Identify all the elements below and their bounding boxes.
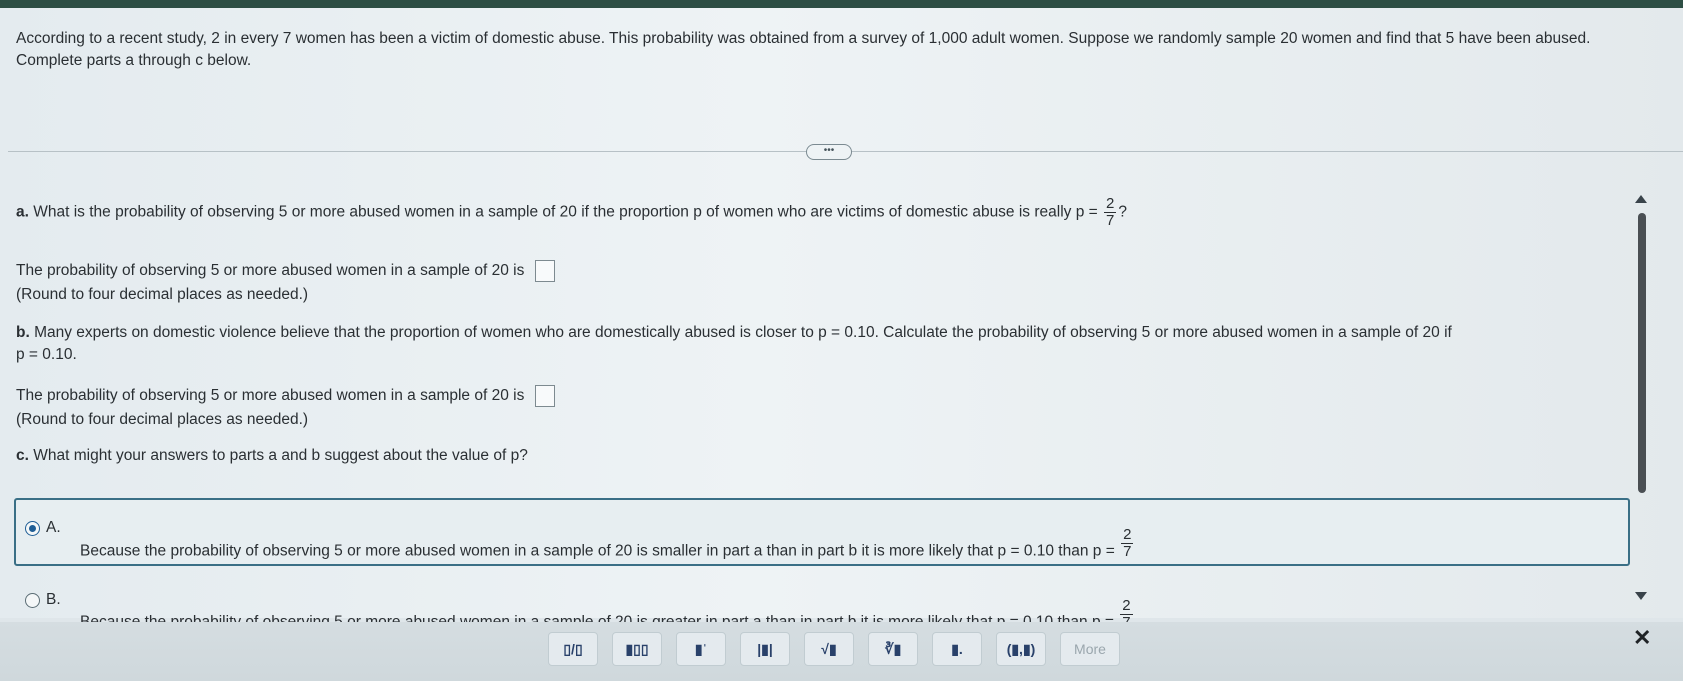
part-b-label: b. xyxy=(16,324,30,341)
option-b-label: B. xyxy=(46,591,61,608)
part-a-answer-input[interactable] xyxy=(534,260,555,282)
ordered-pair-button[interactable]: (▮,▮) xyxy=(996,632,1046,666)
fraction-button[interactable]: ▯/▯ xyxy=(548,632,598,666)
fraction-numerator: 2 xyxy=(1120,597,1133,615)
absolute-value-button[interactable]: |▮| xyxy=(740,632,790,666)
exponent-button[interactable]: ▮ˈ xyxy=(676,632,726,666)
option-b-radio[interactable] xyxy=(25,593,40,608)
more-button[interactable]: More xyxy=(1060,632,1120,666)
math-toolbar: ▯/▯ ▮▯▯ ▮ˈ |▮| √▮ ∛▮ ▮. (▮,▮) More xyxy=(0,622,1683,681)
scroll-down-arrow-icon[interactable] xyxy=(1635,592,1647,600)
part-c-question: c. What might your answers to parts a an… xyxy=(16,445,528,467)
square-root-button[interactable]: √▮ xyxy=(804,632,854,666)
fraction-two-sevenths: 2 7 xyxy=(1104,195,1117,229)
part-b-question: b. Many experts on domestic violence bel… xyxy=(16,322,1452,344)
part-a-round-note: (Round to four decimal places as needed.… xyxy=(16,286,309,303)
subscript-button[interactable]: ▮. xyxy=(932,632,982,666)
question-mark: ? xyxy=(1118,203,1127,221)
question-intro: According to a recent study, 2 in every … xyxy=(16,30,1591,69)
option-a-radio[interactable] xyxy=(25,521,40,536)
scrollbar-thumb[interactable] xyxy=(1638,213,1646,493)
part-a-answer-prompt: The probability of observing 5 or more a… xyxy=(16,262,525,280)
nth-root-button[interactable]: ∛▮ xyxy=(868,632,918,666)
part-b-text: Many experts on domestic violence believ… xyxy=(34,324,1452,341)
expand-toggle-button[interactable]: ••• xyxy=(806,144,852,160)
question-panel: According to a recent study, 2 in every … xyxy=(0,8,1683,631)
part-b-round-note: (Round to four decimal places as needed.… xyxy=(16,411,309,428)
part-a-label: a. xyxy=(16,203,29,221)
part-c-label: c. xyxy=(16,447,29,464)
fraction-numerator: 2 xyxy=(1121,526,1134,544)
close-icon[interactable]: ✕ xyxy=(1633,625,1651,651)
mixed-number-button[interactable]: ▮▯▯ xyxy=(612,632,662,666)
fraction-denominator: 7 xyxy=(1106,212,1115,229)
part-a-text: What is the probability of observing 5 o… xyxy=(33,203,1098,221)
part-b-question-line2: p = 0.10. xyxy=(16,346,77,363)
fraction-numerator: 2 xyxy=(1104,195,1117,213)
top-bar xyxy=(0,0,1683,8)
option-a-label: A. xyxy=(46,519,61,536)
option-a-text: Because the probability of observing 5 o… xyxy=(80,527,1135,568)
part-a-question: a. What is the probability of observing … xyxy=(16,196,1127,229)
part-b-answer-input[interactable] xyxy=(534,385,555,407)
option-a-fraction: 2 7 xyxy=(1121,526,1134,560)
option-a-sentence: Because the probability of observing 5 o… xyxy=(80,542,1115,560)
part-b-answer-row: The probability of observing 5 or more a… xyxy=(16,385,555,407)
part-c-text: What might your answers to parts a and b… xyxy=(33,447,528,464)
fraction-denominator: 7 xyxy=(1123,543,1132,560)
part-b-answer-prompt: The probability of observing 5 or more a… xyxy=(16,387,525,405)
scroll-up-arrow-icon[interactable] xyxy=(1635,195,1647,203)
part-a-answer-row: The probability of observing 5 or more a… xyxy=(16,260,555,282)
